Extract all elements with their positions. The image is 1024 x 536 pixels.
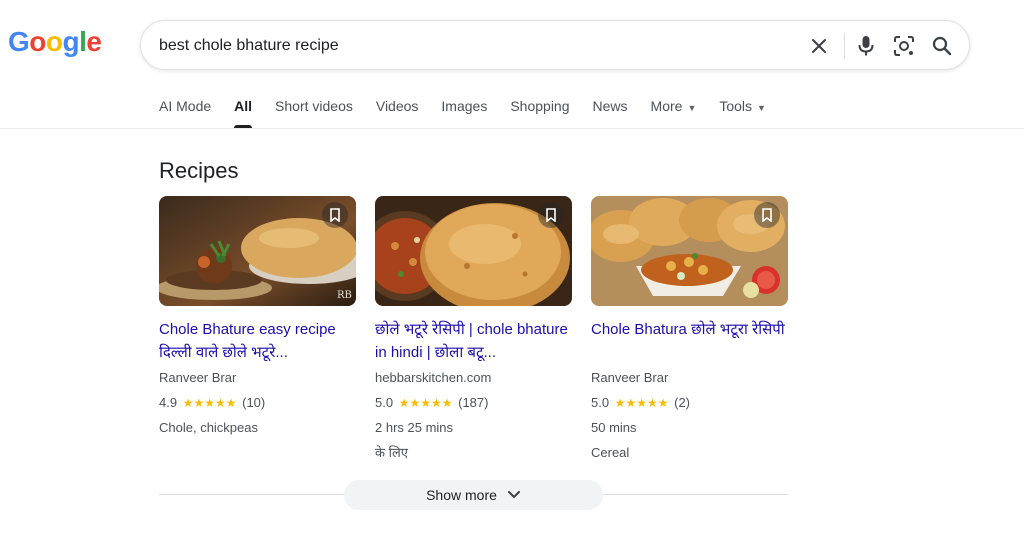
recipe-title-link[interactable]: छोले भटूरे रेसिपी | chole bhature in hin…: [375, 318, 572, 364]
section-title: Recipes: [159, 158, 239, 183]
tab-label: Short videos: [275, 98, 353, 114]
review-count: (2): [674, 395, 691, 410]
recipe-source: Ranveer Brar: [591, 370, 669, 385]
caret-down-icon: ▼: [687, 103, 697, 113]
recipe-thumbnail[interactable]: [375, 196, 572, 306]
tab-label: News: [592, 98, 628, 114]
tab-short-videos[interactable]: Short videos: [275, 98, 353, 128]
microphone-icon[interactable]: [854, 34, 878, 58]
star-rating-icon: ★★★★★: [398, 396, 453, 410]
star-rating-icon: ★★★★★: [614, 396, 669, 410]
logo-letter: o: [45, 26, 63, 57]
tab-label: Videos: [375, 98, 419, 114]
recipe-rating: 5.0 ★★★★★ (2): [591, 395, 788, 411]
recipe-title-link[interactable]: Chole Bhature easy recipe दिल्ली वाले छो…: [159, 318, 356, 364]
tabs-divider: [0, 128, 1024, 129]
recipe-rating: 4.9 ★★★★★ (10): [159, 395, 356, 411]
tab-all[interactable]: All: [234, 98, 252, 128]
tab-tools[interactable]: Tools ▼: [719, 98, 766, 128]
review-count: (187): [458, 395, 489, 410]
rating-value: 4.9: [159, 395, 178, 410]
close-icon[interactable]: [807, 34, 831, 58]
tab-label: All: [234, 98, 253, 114]
tab-videos[interactable]: Videos: [376, 98, 419, 128]
google-logo[interactable]: Google: [8, 26, 102, 58]
recipe-card: Chole Bhatura छोले भटूरा रेसिपी Ranveer …: [591, 196, 788, 461]
logo-letter: G: [8, 26, 30, 57]
recipe-cards: RB Chole Bhature easy recipe दिल्ली वाले…: [159, 196, 788, 461]
tab-label: Shopping: [510, 98, 570, 114]
bookmark-icon[interactable]: [754, 202, 780, 228]
tab-label: Tools: [719, 98, 753, 114]
logo-letter: e: [86, 26, 102, 57]
chevron-down-icon: [507, 491, 520, 499]
tab-images[interactable]: Images: [441, 98, 487, 128]
search-tabs: AI Mode All Short videos Videos Images S…: [159, 98, 789, 128]
recipe-meta: 50 mins: [591, 420, 637, 435]
lens-icon[interactable]: [892, 34, 916, 58]
recipe-source: Ranveer Brar: [159, 370, 237, 385]
search-icon[interactable]: [930, 34, 954, 58]
recipe-card: छोले भटूरे रेसिपी | chole bhature in hin…: [375, 196, 572, 461]
recipe-meta: Chole, chickpeas: [159, 420, 258, 435]
recipe-rating: 5.0 ★★★★★ (187): [375, 395, 572, 411]
bookmark-icon[interactable]: [322, 202, 348, 228]
show-more-label: Show more: [426, 487, 497, 503]
show-more-button[interactable]: Show more: [344, 480, 603, 510]
recipe-meta: Cereal: [591, 445, 630, 460]
search-divider: [844, 33, 845, 59]
svg-text:RB: RB: [337, 290, 352, 301]
logo-letter: o: [29, 26, 46, 57]
recipe-title-link[interactable]: Chole Bhatura छोले भटूरा रेसिपी: [591, 318, 788, 364]
review-count: (10): [242, 395, 266, 410]
tab-label: Images: [441, 98, 488, 114]
tab-label: More: [650, 98, 683, 114]
star-rating-icon: ★★★★★: [182, 396, 237, 410]
recipe-meta: के लिए: [375, 445, 408, 460]
recipe-thumbnail[interactable]: RB: [159, 196, 356, 306]
recipe-thumbnail[interactable]: [591, 196, 788, 306]
tab-news[interactable]: News: [593, 98, 628, 128]
search-input[interactable]: [159, 33, 759, 59]
search-box: [140, 20, 970, 70]
rating-value: 5.0: [591, 395, 610, 410]
recipe-meta: 2 hrs 25 mins: [375, 420, 454, 435]
recipe-card: RB Chole Bhature easy recipe दिल्ली वाले…: [159, 196, 356, 461]
tab-ai-mode[interactable]: AI Mode: [159, 98, 211, 128]
bookmark-icon[interactable]: [538, 202, 564, 228]
recipe-source: hebbarskitchen.com: [375, 370, 492, 385]
logo-letter: g: [62, 26, 80, 57]
tab-more[interactable]: More ▼: [651, 98, 697, 128]
rating-value: 5.0: [375, 395, 394, 410]
tab-label: AI Mode: [159, 98, 212, 114]
tab-shopping[interactable]: Shopping: [510, 98, 569, 128]
caret-down-icon: ▼: [757, 103, 766, 113]
